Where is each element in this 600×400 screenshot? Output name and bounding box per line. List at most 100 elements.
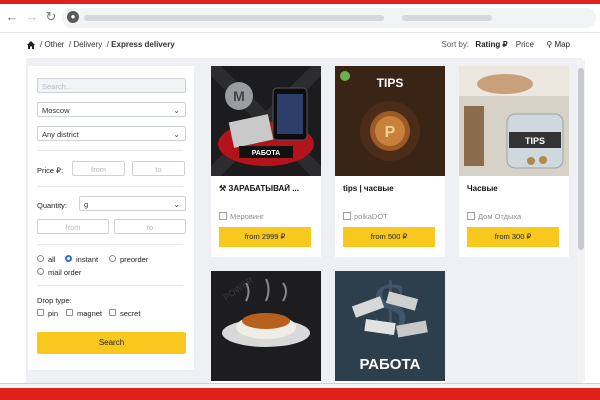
divider <box>37 186 183 187</box>
product-image[interactable]: POWER <box>211 271 321 381</box>
radio-mail-order-label: mail order <box>48 268 82 277</box>
home-icon[interactable] <box>26 40 36 50</box>
chevron-down-icon: ⌄ <box>173 106 180 115</box>
radio-preorder[interactable] <box>109 255 116 262</box>
product-image-art: $ РАБОТА <box>335 271 445 381</box>
radio-all-label: all <box>48 255 56 264</box>
divider <box>37 285 183 286</box>
bottom-border <box>0 388 600 400</box>
forward-icon[interactable]: → <box>24 9 40 25</box>
price-to-input[interactable]: to <box>132 161 185 176</box>
breadcrumb: / Other / Delivery / Express delivery <box>40 40 175 49</box>
city-select[interactable]: Moscow ⌄ <box>37 102 186 117</box>
product-card[interactable]: P TIPS tips | часвые polkaDOT from 500 ₽ <box>335 66 445 257</box>
map-link[interactable]: ⚲ Map <box>546 40 570 49</box>
quantity-to-input[interactable]: to <box>114 219 186 234</box>
map-label: Map <box>554 40 570 49</box>
drop-type-label: Drop type: <box>37 296 72 305</box>
product-shop[interactable]: Дом Отдыха <box>467 212 521 221</box>
product-title[interactable]: ⚒ ЗАРАБАТЫВАЙ ... <box>219 184 317 193</box>
svg-text:P: P <box>385 124 396 141</box>
sort-price[interactable]: Price <box>516 40 534 49</box>
qty-to-placeholder: to <box>146 223 154 232</box>
shop-name: Дом Отдыха <box>478 212 522 221</box>
shop-name: polkaDOT <box>354 212 388 221</box>
product-image-art: POWER <box>211 271 321 381</box>
product-image-art: TIPS <box>459 66 569 176</box>
browser-toolbar: ← → ↻ ● <box>0 4 600 33</box>
radio-instant[interactable] <box>65 255 72 262</box>
product-card[interactable]: $ РАБОТА <box>335 271 445 383</box>
search-button[interactable]: Search <box>37 332 186 354</box>
blurred-url <box>84 15 384 21</box>
blurred-url-extra <box>402 15 492 21</box>
reload-icon[interactable]: ↻ <box>43 9 59 25</box>
product-title[interactable]: tips | часвые <box>343 184 441 193</box>
checkbox-magnet-label: magnet <box>77 309 103 318</box>
product-image-art: M РАБОТА <box>211 66 321 176</box>
checkbox-secret-label: secret <box>120 309 141 318</box>
product-image-caption: TIPS <box>525 136 545 146</box>
shop-icon <box>343 212 351 220</box>
price-to-placeholder: to <box>155 165 162 174</box>
product-card[interactable]: M РАБОТА ⚒ ЗАРАБАТЫВАЙ ... Меровинг from… <box>211 66 321 257</box>
chevron-down-icon: ⌄ <box>173 130 180 139</box>
header-row: / Other / Delivery / Express delivery So… <box>26 38 574 56</box>
product-title[interactable]: Часвые <box>467 184 565 193</box>
radio-preorder-label: preorder <box>120 255 149 264</box>
checkbox-pin[interactable] <box>37 309 44 316</box>
product-image[interactable]: $ РАБОТА <box>335 271 445 381</box>
qty-from-placeholder: from <box>65 223 81 232</box>
district-select[interactable]: Any district ⌄ <box>37 126 186 141</box>
product-shop[interactable]: Меровинг <box>219 212 264 221</box>
product-image[interactable]: M РАБОТА <box>211 66 321 176</box>
product-image[interactable]: TIPS <box>459 66 569 176</box>
shop-icon <box>467 212 475 220</box>
quantity-label: Quantity: <box>37 201 68 210</box>
sort-controls: Sort by: Rating ₽ Price <box>442 40 534 49</box>
product-image-caption: TIPS <box>377 76 404 90</box>
quantity-from-input[interactable]: from <box>37 219 109 234</box>
radio-mail-order[interactable] <box>37 268 44 275</box>
scrollbar-thumb[interactable] <box>578 68 584 250</box>
breadcrumb-express: Express delivery <box>111 40 175 49</box>
radio-all[interactable] <box>37 255 44 262</box>
price-label: Price ₽: <box>37 166 64 175</box>
product-image-art: P TIPS <box>335 66 445 176</box>
site-info-icon[interactable]: ● <box>67 11 79 23</box>
checkbox-pin-label: pin <box>48 309 59 318</box>
radio-instant-label: instant <box>76 255 99 264</box>
price-from-input[interactable]: from <box>72 161 125 176</box>
district-value: Any district <box>42 130 79 139</box>
quantity-unit-select[interactable]: g ⌄ <box>79 196 186 211</box>
back-icon[interactable]: ← <box>4 9 20 25</box>
quantity-unit-value: g <box>84 200 89 209</box>
product-card[interactable]: POWER <box>211 271 321 383</box>
checkbox-magnet[interactable] <box>66 309 73 316</box>
chevron-down-icon: ⌄ <box>173 200 180 209</box>
sort-rating[interactable]: Rating ₽ <box>475 40 507 49</box>
map-pin-icon: ⚲ <box>546 40 553 49</box>
shop-icon <box>219 212 227 220</box>
product-card[interactable]: TIPS Часвые Дом Отдыха from 300 ₽ <box>459 66 569 257</box>
divider <box>37 150 183 151</box>
product-price-button[interactable]: from 2999 ₽ <box>219 227 311 247</box>
sort-label: Sort by: <box>441 40 470 49</box>
search-input[interactable]: Search... <box>37 78 186 93</box>
price-from-placeholder: from <box>91 165 106 174</box>
product-shop[interactable]: polkaDOT <box>343 212 388 221</box>
divider <box>37 244 183 245</box>
product-price-button[interactable]: from 500 ₽ <box>343 227 435 247</box>
svg-text:M: M <box>233 88 245 104</box>
product-image-caption: РАБОТА <box>252 150 280 157</box>
product-image[interactable]: P TIPS <box>335 66 445 176</box>
product-image-caption: РАБОТА <box>359 356 420 373</box>
address-bar[interactable]: ● <box>62 8 596 28</box>
product-price-button[interactable]: from 300 ₽ <box>467 227 559 247</box>
shop-name: Меровинг <box>230 212 264 221</box>
search-placeholder: Search... <box>42 82 73 91</box>
city-value: Moscow <box>42 106 70 115</box>
breadcrumb-delivery[interactable]: Delivery <box>73 40 102 49</box>
breadcrumb-other[interactable]: Other <box>44 40 64 49</box>
checkbox-secret[interactable] <box>109 309 116 316</box>
